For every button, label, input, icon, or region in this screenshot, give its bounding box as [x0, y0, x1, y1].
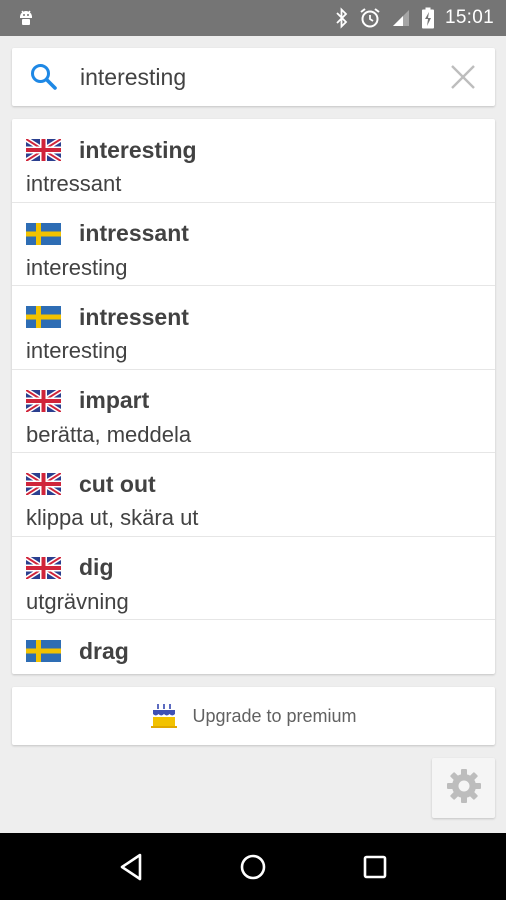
search-icon[interactable]: [28, 61, 60, 93]
recents-icon[interactable]: [355, 847, 395, 887]
result-term: impart: [79, 387, 150, 413]
list-item[interactable]: cut out klippa ut, skära ut: [12, 453, 495, 537]
result-translation: utgrävning: [26, 588, 129, 614]
sweden-flag-icon: [26, 223, 61, 245]
list-item[interactable]: drag: [12, 620, 495, 674]
uk-flag-icon: [26, 557, 61, 579]
search-bar: [12, 48, 495, 106]
result-translation: interesting: [26, 338, 128, 363]
home-icon[interactable]: [233, 847, 273, 887]
uk-flag-icon: [26, 139, 61, 161]
upgrade-label: Upgrade to premium: [192, 705, 357, 726]
list-item[interactable]: intressent interesting: [12, 286, 495, 370]
list-item[interactable]: intressant interesting: [12, 203, 495, 286]
result-translation: interesting: [26, 254, 128, 280]
list-item[interactable]: dig utgrävning: [12, 537, 495, 620]
battery-charging-icon: [421, 7, 435, 29]
results-list: interesting intressant intressant intere…: [12, 119, 495, 674]
sweden-flag-icon: [26, 640, 61, 662]
result-term: intressent: [79, 303, 189, 330]
result-term: intressant: [79, 220, 189, 246]
result-term: dig: [79, 554, 114, 580]
cake-icon: [150, 703, 178, 729]
status-bar: 15:01: [0, 0, 506, 36]
alarm-icon: [359, 7, 381, 29]
status-time: 15:01: [444, 7, 494, 28]
sweden-flag-icon: [26, 306, 61, 328]
gear-icon: [445, 767, 483, 810]
close-icon[interactable]: [449, 63, 477, 91]
result-term: interesting: [79, 136, 197, 163]
result-translation: klippa ut, skära ut: [26, 505, 199, 530]
list-item[interactable]: interesting intressant: [12, 119, 495, 203]
result-term: cut out: [79, 470, 156, 497]
result-translation: berätta, meddela: [26, 421, 192, 447]
settings-button[interactable]: [432, 758, 495, 818]
android-debug-icon: [16, 8, 36, 28]
uk-flag-icon: [26, 473, 61, 495]
navigation-bar: [0, 833, 506, 900]
list-item[interactable]: impart berätta, meddela: [12, 370, 495, 453]
signal-icon: [391, 8, 411, 28]
upgrade-button[interactable]: Upgrade to premium: [12, 687, 495, 745]
search-input[interactable]: [80, 48, 440, 106]
bluetooth-icon: [335, 7, 349, 29]
uk-flag-icon: [26, 390, 61, 412]
result-term: drag: [79, 637, 129, 664]
back-icon[interactable]: [111, 847, 151, 887]
result-translation: intressant: [26, 171, 122, 196]
